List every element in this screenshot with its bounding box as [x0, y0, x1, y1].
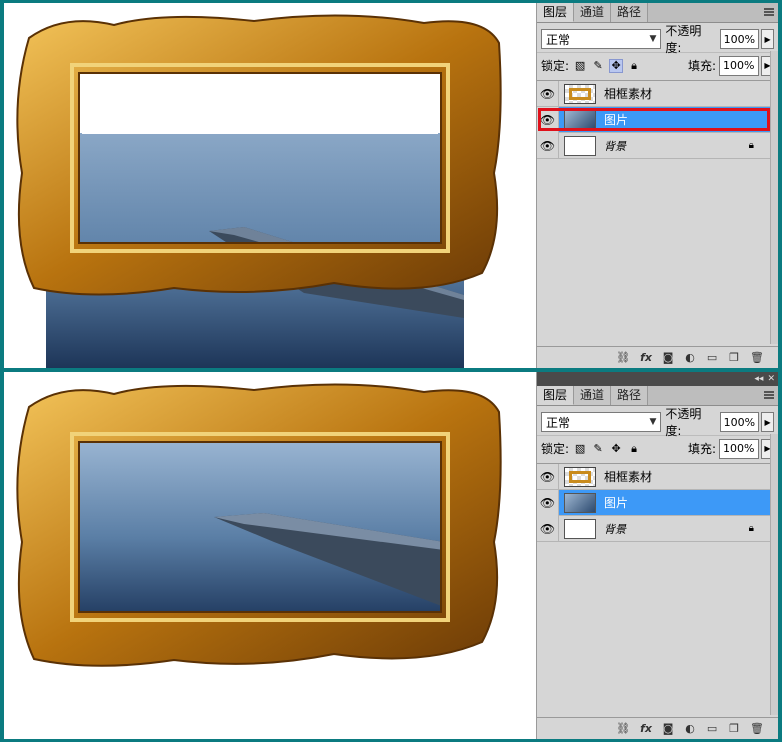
document-canvas[interactable] — [4, 372, 534, 739]
layer-name: 相框素材 — [604, 470, 653, 484]
lock-transparent-icon[interactable]: ▧ — [573, 59, 587, 73]
layer-thumbnail — [564, 83, 596, 104]
layer-thumbnail — [564, 518, 596, 539]
layer-row-frame[interactable]: 👁︎ 相框素材 — [537, 463, 778, 490]
layer-name: 图片 — [604, 113, 629, 127]
layer-thumbnail — [564, 135, 596, 156]
new-layer-icon[interactable]: ❐ — [728, 722, 740, 736]
adjustment-layer-icon[interactable]: ◐ — [684, 722, 696, 736]
lock-all-icon[interactable]: 🔒︎ — [627, 442, 641, 456]
add-mask-icon[interactable]: ◙ — [662, 722, 674, 736]
tab-paths[interactable]: 路径 — [611, 3, 649, 22]
lock-icon: 🔒︎ — [748, 140, 754, 151]
add-mask-icon[interactable]: ◙ — [662, 351, 674, 365]
blend-mode-value: 正常 — [546, 415, 571, 430]
layer-name: 图片 — [604, 496, 629, 510]
lock-row: 锁定: ▧ ✎ ✥ 🔒︎ 填充: 100% ▶ — [537, 52, 778, 78]
tab-channels[interactable]: 通道 — [574, 386, 612, 405]
panel-tabs: 图层 通道 路径 — [537, 386, 778, 406]
layer-row-background[interactable]: 👁︎ 背景 🔒︎ — [537, 515, 778, 542]
blend-row: 正常 ▼ 不透明度: 100% ▶ — [537, 407, 778, 438]
layer-list: 👁︎ 相框素材 👁︎ 图片 👁︎ 背景 🔒︎ — [537, 80, 778, 159]
document-canvas[interactable] — [4, 3, 534, 368]
eye-icon[interactable]: 👁︎ — [537, 515, 559, 542]
blend-row: 正常 ▼ 不透明度: 100% ▶ — [537, 24, 778, 55]
lock-move-icon[interactable]: ✥ — [609, 58, 624, 73]
fill-input[interactable]: 100% — [719, 55, 759, 76]
opacity-input[interactable]: 100% — [719, 29, 760, 49]
layer-thumbnail — [564, 492, 596, 513]
adjustment-layer-icon[interactable]: ◐ — [684, 351, 696, 365]
layer-thumbnail — [564, 466, 596, 487]
frame-opening-white — [82, 76, 438, 134]
layer-name: 相框素材 — [604, 87, 653, 101]
opacity-input[interactable]: 100% — [719, 412, 760, 432]
link-layers-icon[interactable]: ⛓ — [616, 351, 630, 365]
layer-row-photo[interactable]: 👁︎ 图片 — [537, 106, 778, 133]
lock-all-icon[interactable]: 🔒︎ — [627, 59, 641, 73]
eye-icon[interactable]: 👁︎ — [537, 80, 559, 107]
fill-label: 填充: — [687, 442, 716, 456]
screenshot-before: 图层 通道 路径 正常 ▼ 不透明度: 100% ▶ 锁定: ▧ ✎ ✥ 🔒︎ … — [4, 3, 778, 368]
link-layers-icon[interactable]: ⛓ — [616, 722, 630, 736]
new-group-icon[interactable]: ▭ — [706, 722, 718, 736]
eye-icon[interactable]: 👁︎ — [537, 489, 559, 516]
trash-icon[interactable]: 🗑︎ — [750, 351, 764, 365]
chevron-down-icon: ▼ — [649, 417, 657, 427]
panel-tabs: 图层 通道 路径 — [537, 3, 778, 23]
close-icon[interactable]: ✕ — [767, 374, 775, 384]
panel-footer: ⛓ fx ◙ ◐ ▭ ❐ 🗑︎ — [537, 346, 778, 368]
lock-brush-icon[interactable]: ✎ — [591, 59, 605, 73]
blend-mode-select[interactable]: 正常 ▼ — [541, 412, 662, 432]
opacity-slider-button[interactable]: ▶ — [761, 29, 775, 49]
layer-name: 背景 — [604, 139, 626, 153]
layer-row-background[interactable]: 👁︎ 背景 🔒︎ — [537, 132, 778, 159]
tab-channels[interactable]: 通道 — [574, 3, 612, 22]
canvas-artwork — [16, 14, 502, 368]
collapse-icon[interactable]: ◂◂ — [754, 374, 763, 384]
opacity-label: 不透明度: — [665, 407, 702, 438]
layers-scrollbar[interactable] — [770, 51, 778, 344]
trash-icon[interactable]: 🗑︎ — [750, 722, 764, 736]
lock-icon: 🔒︎ — [748, 523, 754, 534]
blend-mode-select[interactable]: 正常 ▼ — [541, 29, 662, 49]
layer-thumbnail — [564, 109, 596, 130]
lock-label: 锁定: — [541, 442, 570, 456]
canvas-artwork — [16, 383, 502, 667]
fx-icon[interactable]: fx — [640, 351, 652, 365]
fill-label: 填充: — [687, 59, 716, 73]
lock-brush-icon[interactable]: ✎ — [591, 442, 605, 456]
lock-move-icon[interactable]: ✥ — [609, 442, 623, 456]
panel-footer: ⛓ fx ◙ ◐ ▭ ❐ 🗑︎ — [537, 717, 778, 739]
layer-row-photo[interactable]: 👁︎ 图片 — [537, 489, 778, 516]
opacity-label: 不透明度: — [665, 24, 702, 55]
blend-mode-value: 正常 — [546, 32, 571, 47]
panel-menu-icon[interactable] — [763, 6, 775, 18]
tab-layers[interactable]: 图层 — [537, 3, 575, 22]
tab-paths[interactable]: 路径 — [611, 386, 649, 405]
tab-layers[interactable]: 图层 — [537, 386, 575, 405]
eye-icon[interactable]: 👁︎ — [537, 463, 559, 490]
layers-scrollbar[interactable] — [770, 434, 778, 715]
fx-icon[interactable]: fx — [640, 722, 652, 736]
chevron-down-icon: ▼ — [649, 34, 657, 44]
layer-name: 背景 — [604, 522, 626, 536]
layer-row-frame[interactable]: 👁︎ 相框素材 — [537, 80, 778, 107]
panel-title-bar: ◂◂ ✕ — [537, 372, 778, 386]
layers-panel: ◂◂ ✕ 图层 通道 路径 正常 ▼ 不透明度: 100% ▶ 锁定: ▧ ✎ … — [536, 372, 778, 739]
lock-label: 锁定: — [541, 59, 570, 73]
eye-icon[interactable]: 👁︎ — [537, 132, 559, 159]
layer-list: 👁︎ 相框素材 👁︎ 图片 👁︎ 背景 🔒︎ — [537, 463, 778, 542]
new-group-icon[interactable]: ▭ — [706, 351, 718, 365]
eye-icon[interactable]: 👁︎ — [537, 106, 559, 133]
lock-transparent-icon[interactable]: ▧ — [573, 442, 587, 456]
lock-row: 锁定: ▧ ✎ ✥ 🔒︎ 填充: 100% ▶ — [537, 435, 778, 461]
fill-input[interactable]: 100% — [719, 438, 759, 459]
new-layer-icon[interactable]: ❐ — [728, 351, 740, 365]
layers-panel: 图层 通道 路径 正常 ▼ 不透明度: 100% ▶ 锁定: ▧ ✎ ✥ 🔒︎ … — [536, 3, 778, 368]
panel-menu-icon[interactable] — [763, 389, 775, 401]
opacity-slider-button[interactable]: ▶ — [761, 412, 775, 432]
screenshot-after: ◂◂ ✕ 图层 通道 路径 正常 ▼ 不透明度: 100% ▶ 锁定: ▧ ✎ … — [4, 372, 778, 739]
